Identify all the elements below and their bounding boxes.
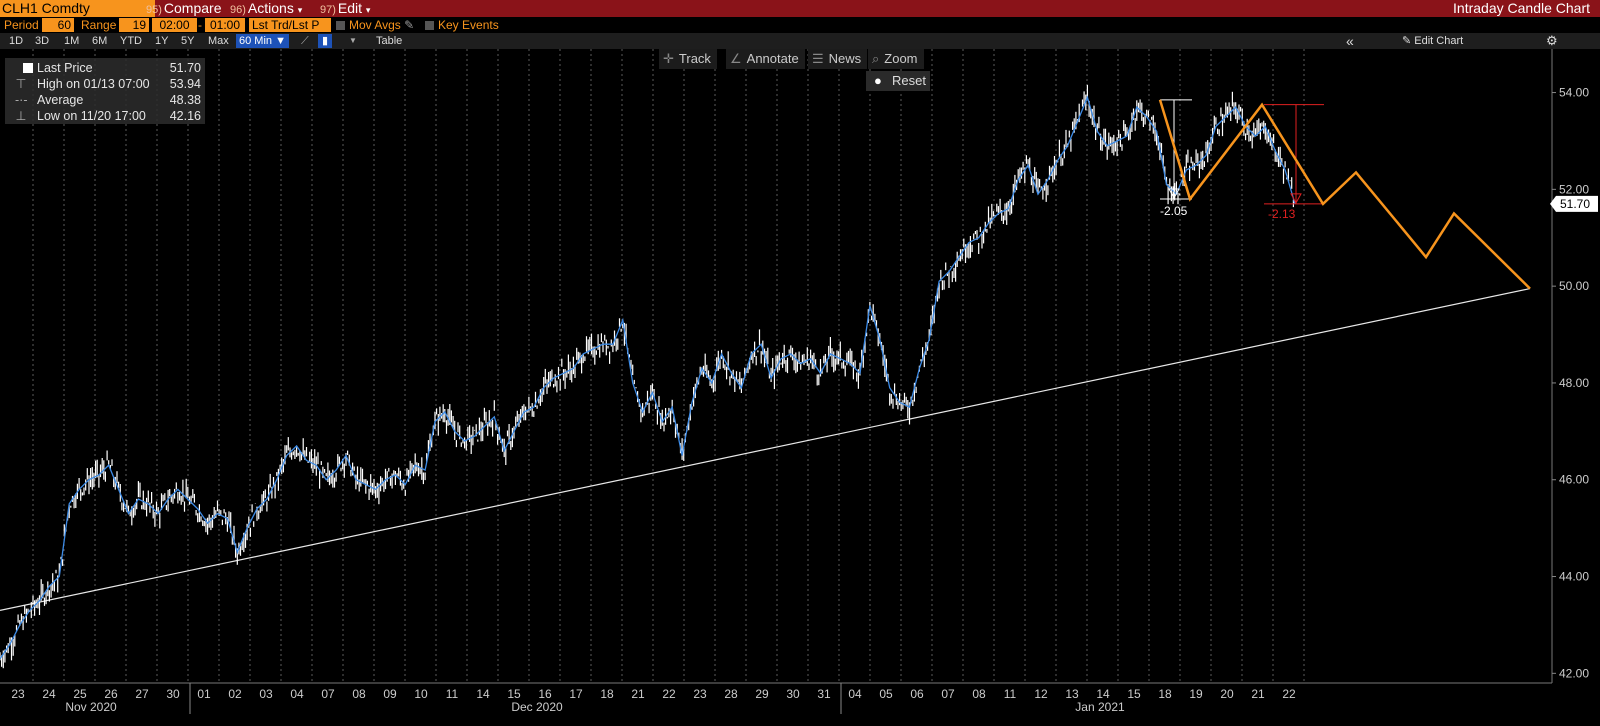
x-tick-label: 11 — [1004, 687, 1017, 701]
support-trendline — [0, 287, 1531, 611]
legend-low-value: 42.16 — [169, 109, 201, 123]
x-tick-label: 09 — [383, 687, 397, 701]
x-tick-label: 23 — [11, 687, 25, 701]
price-line-group — [0, 95, 1296, 660]
annotate-button[interactable]: ∠ Annotate — [726, 49, 805, 69]
annotate-label: Annotate — [746, 51, 799, 66]
track-button[interactable]: ✛ Track — [659, 49, 717, 69]
candles-group — [0, 84, 1295, 669]
x-tick-label: 17 — [569, 687, 583, 701]
legend-high-label: High on 01/13 07:00 — [37, 77, 150, 91]
y-axis-ticks: 54.00 52.00 50.00 48.00 46.00 44.00 42.00 — [1552, 86, 1589, 680]
news-icon: ☰ — [812, 51, 824, 66]
legend-average-label: Average — [37, 93, 84, 107]
x-tick-label: 22 — [1282, 687, 1296, 701]
x-tick-label: 27 — [135, 687, 149, 701]
high-marker-icon: ⊤ — [15, 77, 27, 91]
x-tick-label: 01 — [197, 687, 211, 701]
track-label: Track — [678, 51, 711, 66]
reset-button[interactable]: ● Reset — [866, 71, 930, 91]
x-tick-label: 02 — [228, 687, 242, 701]
x-tick-label: 04 — [848, 687, 862, 701]
y-tick-label: 54.00 — [1559, 86, 1589, 100]
x-tick-label: 14 — [476, 687, 490, 701]
x-tick-label: 18 — [600, 687, 614, 701]
x-tick-label: 26 — [104, 687, 118, 701]
legend-last-price-label: Last Price — [37, 61, 93, 75]
price-line — [0, 95, 1296, 660]
y-tick-label: 46.00 — [1559, 473, 1589, 487]
x-tick-label: 13 — [1065, 687, 1079, 701]
x-tick-label: 28 — [724, 687, 738, 701]
legend-last-price-value: 51.70 — [169, 61, 201, 75]
x-tick-label: 16 — [538, 687, 552, 701]
x-tick-label: 15 — [1127, 687, 1141, 701]
x-tick-label: 18 — [1158, 687, 1172, 701]
legend-high[interactable]: ⊤ High on 01/13 07:00 53.94 — [5, 76, 205, 92]
x-tick-label: 04 — [290, 687, 304, 701]
x-tick-label: 11 — [446, 687, 459, 701]
x-tick-label: 30 — [786, 687, 800, 701]
news-label: News — [828, 51, 862, 66]
reset-label: Reset — [892, 73, 926, 88]
crosshair-icon: ✛ — [663, 51, 674, 66]
x-tick-label: 29 — [755, 687, 769, 701]
x-tick-label: 15 — [507, 687, 521, 701]
x-tick-label: 23 — [693, 687, 707, 701]
news-button[interactable]: ☰ News — [808, 49, 868, 69]
x-tick-label: 05 — [879, 687, 893, 701]
x-tick-label: 25 — [73, 687, 87, 701]
month-label: Jan 2021 — [1075, 700, 1125, 714]
annotate-icon: ∠ — [730, 51, 742, 66]
low-marker-icon: ⊥ — [15, 109, 27, 123]
x-tick-label: 24 — [42, 687, 56, 701]
legend-last-price[interactable]: Last Price 51.70 — [5, 60, 205, 76]
x-tick-label: 12 — [1034, 687, 1048, 701]
drop1-label: -2.05 — [1160, 204, 1188, 218]
y-tick-label: 50.00 — [1559, 279, 1589, 293]
chart-area: -2.05 -2.13 54.00 52.00 50.00 48.00 46.00 44.0… — [0, 49, 1598, 714]
last-price-tag-label: 51.70 — [1560, 197, 1590, 211]
magnifier-icon: ⌕ — [872, 51, 880, 66]
month-label: Dec 2020 — [511, 700, 563, 714]
legend-average-value: 48.38 — [169, 93, 201, 107]
legend-swatch-icon — [23, 63, 33, 73]
trendline-group — [0, 287, 1531, 611]
legend-low[interactable]: ⊥ Low on 11/20 17:00 42.16 — [5, 108, 205, 124]
x-tick-label: 07 — [321, 687, 335, 701]
x-tick-label: 07 — [941, 687, 955, 701]
x-axis-ticks: 23 24 25 26 27 30 01 02 03 04 07 08 09 10 11 14 15 16 17 18… — [11, 683, 1296, 714]
x-tick-label: 19 — [1189, 687, 1203, 701]
zoom-button[interactable]: ⌕ Zoom — [868, 49, 924, 69]
x-tick-label: 31 — [817, 687, 831, 701]
drop2-label: -2.13 — [1268, 207, 1296, 221]
x-tick-label: 14 — [1096, 687, 1110, 701]
last-price-tag-group: 51.70 — [1550, 195, 1598, 212]
legend-panel: Last Price 51.70 ⊤ High on 01/13 07:00 5… — [5, 58, 205, 124]
x-tick-label: 22 — [662, 687, 676, 701]
x-tick-label: 30 — [166, 687, 180, 701]
y-tick-label: 48.00 — [1559, 376, 1589, 390]
x-tick-label: 08 — [972, 687, 986, 701]
zoom-label: Zoom — [884, 51, 918, 66]
legend-high-value: 53.94 — [169, 77, 201, 91]
x-tick-label: 21 — [1251, 687, 1265, 701]
x-tick-label: 03 — [259, 687, 273, 701]
y-tick-label: 42.00 — [1559, 666, 1589, 680]
month-label: Nov 2020 — [65, 700, 117, 714]
legend-average[interactable]: -·- Average 48.38 — [5, 92, 205, 108]
average-marker-icon: -·- — [15, 93, 28, 107]
legend-low-label: Low on 11/20 17:00 — [37, 109, 146, 123]
x-tick-label: 06 — [910, 687, 924, 701]
y-tick-label: 44.00 — [1559, 570, 1589, 584]
x-tick-label: 20 — [1220, 687, 1234, 701]
x-tick-label: 21 — [631, 687, 645, 701]
x-tick-label: 10 — [414, 687, 428, 701]
reset-icon: ● — [874, 73, 882, 88]
x-tick-label: 08 — [352, 687, 366, 701]
y-tick-label: 52.00 — [1559, 182, 1589, 196]
